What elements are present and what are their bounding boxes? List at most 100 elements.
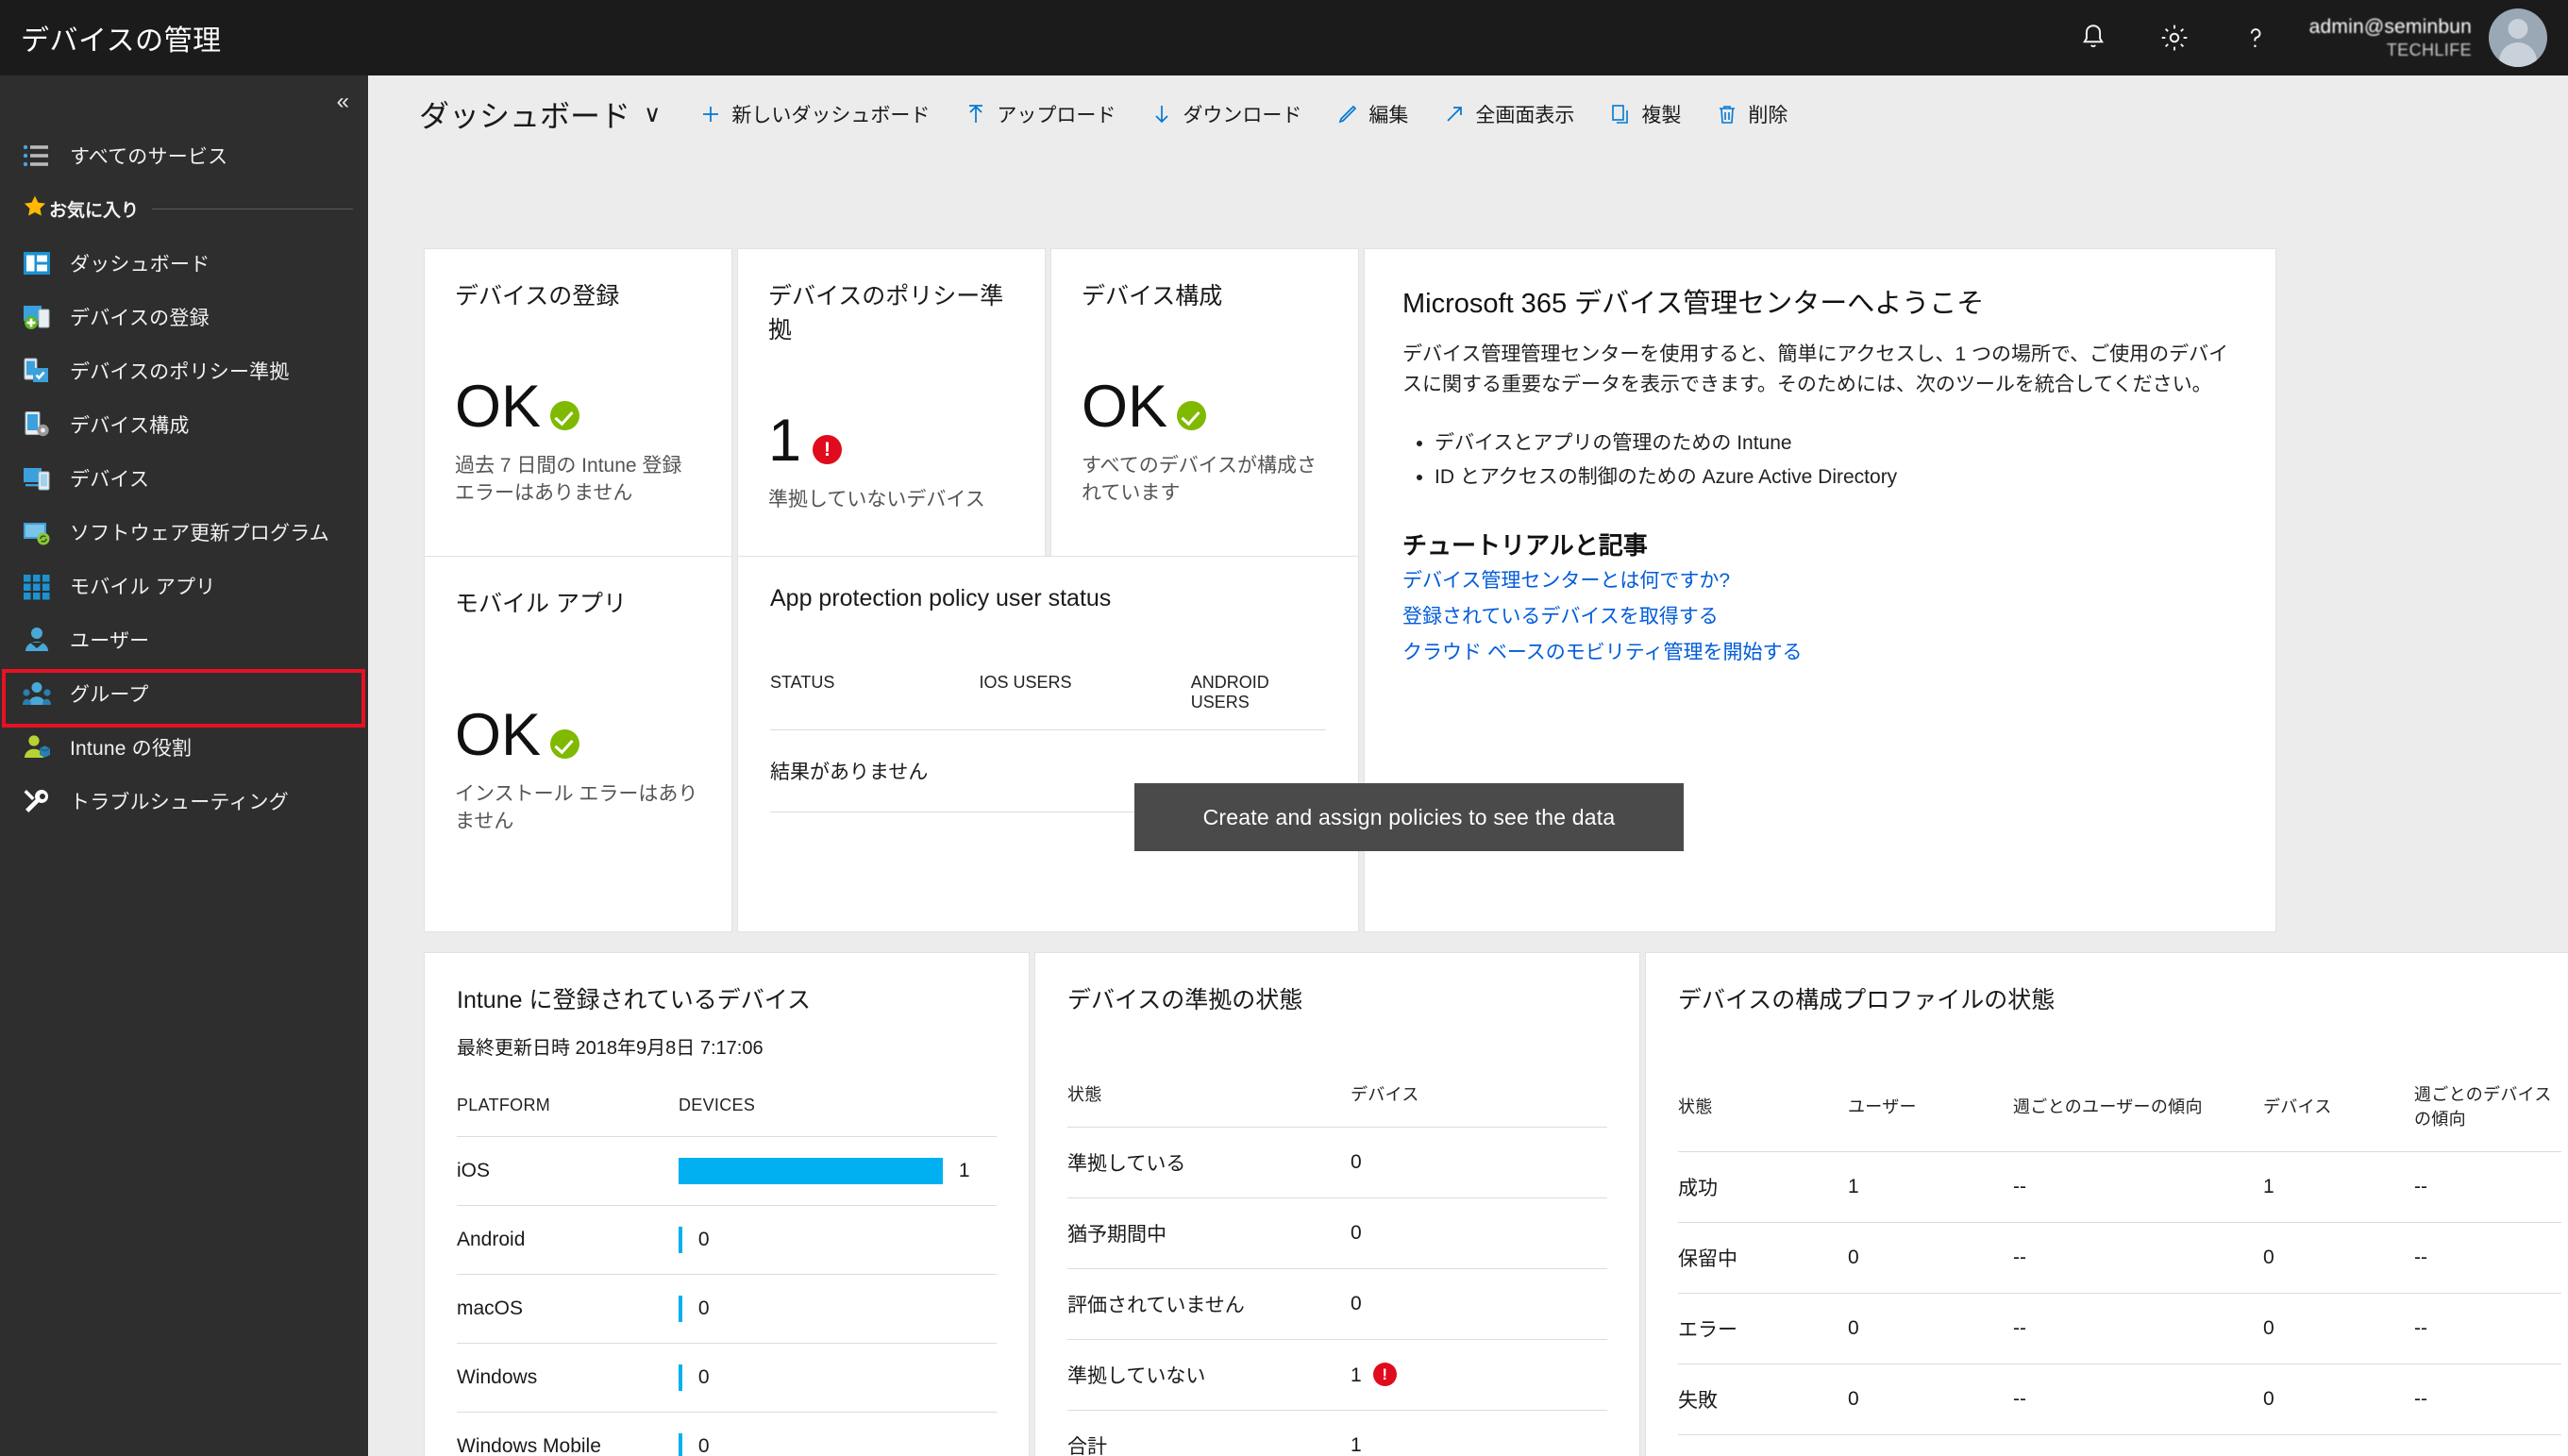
list-item: ID とアクセスの制御のための Azure Active Directory [1435,460,2238,494]
sidebar-item-device-configuration[interactable]: デバイス構成 [0,397,368,451]
sidebar-section-label: お気に入り [49,201,140,221]
table-row[interactable]: 保留中 0 -- 0 -- [1678,1222,2561,1294]
table-row[interactable]: 準拠している 0 [1067,1127,1607,1198]
table-row[interactable]: Windows Mobile 0 [457,1412,997,1456]
tile-enrolled-devices[interactable]: Intune に登録されているデバイス 最終更新日時 2018年9月8日 7:1… [425,953,1029,1456]
avatar[interactable] [2489,8,2547,67]
plus-icon [698,102,723,126]
sidebar-item-software-updates[interactable]: ソフトウェア更新プログラム [0,505,368,559]
table-row[interactable]: 準拠していない 1 [1067,1339,1607,1411]
help-icon[interactable] [2215,0,2296,75]
edit-button[interactable]: 編集 [1335,100,1408,128]
table-row[interactable]: Windows 0 [457,1343,997,1413]
devices-cell: 0 [679,1274,997,1344]
bar-indicator [679,1227,682,1253]
sidebar-item-label: すべてのサービス [70,145,228,168]
empty-state-text: 結果がありません [770,761,929,783]
table-row[interactable]: エラー 0 -- 0 -- [1678,1293,2561,1364]
status-error-icon [813,435,843,464]
table-header-row: 状態 ユーザー 週ごとのユーザーの傾向 デバイス 週ごとのデバイスの傾向 [1678,1081,2561,1152]
total-users: 1 [1848,1434,2013,1456]
table-row[interactable]: 失敗 0 -- 0 -- [1678,1364,2561,1435]
status-ok-icon [550,729,580,759]
total-device-trend [2414,1434,2561,1456]
dashboard-selector[interactable]: ダッシュボード ∨ [419,92,661,136]
welcome-paragraph: デバイス管理管理センターを使用すると、簡単にアクセスし、1 つの場所で、ご使用の… [1402,343,2229,395]
device-trend-cell: -- [2414,1293,2561,1364]
devices-cell: 0 [1351,1127,1607,1198]
dashboard-icon [21,247,53,279]
sidebar-item-mobile-apps[interactable]: モバイル アプリ [0,559,368,612]
state-cell: 失敗 [1678,1364,1848,1435]
status-value: OK [1082,374,1168,440]
platform-cell: iOS [457,1136,679,1206]
download-button[interactable]: ダウンロード [1150,100,1301,128]
column-header: 状態 [1067,1085,1102,1104]
column-header: 状態 [1678,1097,1713,1116]
users-icon [21,624,53,656]
new-dashboard-button[interactable]: 新しいダッシュボード [698,100,930,128]
tile-mobile-apps[interactable]: モバイル アプリ OK インストール エラーはありません [425,557,731,931]
command-label: アップロード [997,105,1116,126]
table-row[interactable]: 成功 1 -- 1 -- [1678,1151,2561,1223]
devices-cell: 0 [2263,1293,2414,1364]
notification-bell-icon[interactable] [2053,0,2134,75]
sidebar-item-troubleshoot[interactable]: トラブルシューティング [0,774,368,828]
tile-device-configuration[interactable]: デバイス構成 OK すべてのデバイスが構成されています [1051,249,1358,556]
table-row[interactable]: 猶予期間中 0 [1067,1197,1607,1269]
dashboard-selector-label: ダッシュボード [419,99,631,133]
column-header: デバイス [1351,1085,1419,1104]
tile-app-protection-policy[interactable]: App protection policy user status STATUS… [738,557,1358,931]
last-updated-text: 最終更新日時 2018年9月8日 7:17:06 [457,1038,764,1059]
command-label: 全画面表示 [1475,105,1575,126]
tutorial-link[interactable]: 登録されているデバイスを取得する [1402,601,2238,633]
upload-button[interactable]: アップロード [964,100,1116,128]
sidebar-item-device-compliance[interactable]: デバイスのポリシー準拠 [0,343,368,397]
sidebar: « すべてのサービス お気に入り ダッシュボード デバイスの登録 デバイスのポリ… [0,75,368,1456]
sidebar-item-label: Intune の役割 [70,737,193,760]
device-count: 0 [697,1366,710,1388]
download-arrow-icon [1150,102,1174,126]
total-label: 合計 [1067,1410,1351,1456]
device-trend-cell: -- [2414,1364,2561,1435]
table-row[interactable]: macOS 0 [457,1274,997,1344]
table-total-row: 合計 1 [1067,1410,1607,1456]
tutorial-link[interactable]: デバイス管理センターとは何ですか? [1402,565,2238,597]
status-ok-icon [1177,401,1207,430]
tutorial-link[interactable]: クラウド ベースのモビリティ管理を開始する [1402,637,2238,669]
sidebar-collapse-button[interactable]: « [0,75,368,128]
table-row[interactable]: 評価されていません 0 [1067,1268,1607,1340]
tile-device-enrollment[interactable]: デバイスの登録 OK 過去 7 日間の Intune 登録エラーはありません [425,249,731,556]
duplicate-button[interactable]: 複製 [1608,100,1681,128]
sidebar-item-groups[interactable]: グループ [0,666,368,720]
profile-state-table: 状態 ユーザー 週ごとのユーザーの傾向 デバイス 週ごとのデバイスの傾向 成功 … [1678,1081,2561,1456]
sidebar-item-all-services[interactable]: すべてのサービス [0,128,368,182]
table-row[interactable]: Android 0 [457,1205,997,1275]
delete-button[interactable]: 削除 [1715,100,1788,128]
gear-icon[interactable] [2134,0,2215,75]
tile-title: Intune に登録されているデバイス [457,987,811,1013]
sidebar-item-dashboard[interactable]: ダッシュボード [0,236,368,290]
fullscreen-button[interactable]: 全画面表示 [1442,100,1574,128]
account-info[interactable]: admin@seminbun TECHLIFE [2296,0,2489,75]
table-row[interactable]: iOS 1 [457,1136,997,1206]
sidebar-item-devices[interactable]: デバイス [0,451,368,505]
sidebar-item-intune-roles[interactable]: Intune の役割 [0,720,368,774]
copy-icon [1608,102,1633,126]
compliance-state-table: 状態 デバイス 準拠している 0 猶予期間中 0 評価されていません 0 準拠し… [1067,1081,1607,1456]
tile-compliance-state[interactable]: デバイスの準拠の状態 状態 デバイス 準拠している 0 猶予期間中 0 評価され… [1035,953,1639,1456]
tile-device-compliance[interactable]: デバイスのポリシー準拠 1 準拠していないデバイス [738,249,1045,556]
state-cell: 評価されていません [1067,1268,1351,1340]
sidebar-item-device-enrollment[interactable]: デバイスの登録 [0,290,368,343]
table-total-row: 合計 1 1 [1678,1434,2561,1456]
tile-configuration-profile-state[interactable]: デバイスの構成プロファイルの状態 状態 ユーザー 週ごとのユーザーの傾向 デバイ… [1646,953,2568,1456]
command-label: 複製 [1641,105,1682,126]
command-label: 編集 [1368,105,1409,126]
tile-title: デバイスの準拠の状態 [1067,987,1303,1013]
status-error-icon [1372,1363,1397,1386]
state-cell: 準拠していない [1067,1339,1351,1411]
state-cell: 成功 [1678,1151,1848,1223]
sidebar-item-users[interactable]: ユーザー [0,612,368,666]
platform-cell: Android [457,1205,679,1275]
pencil-icon [1335,102,1360,126]
